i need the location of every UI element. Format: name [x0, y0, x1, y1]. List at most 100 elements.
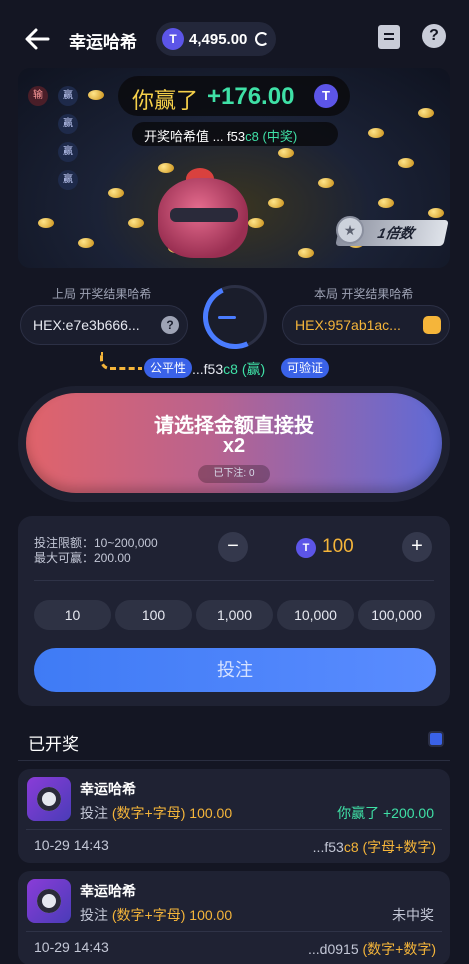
header: 幸运哈希 T 4,495.00 ? — [0, 0, 469, 72]
fairness-button[interactable]: 公平性 — [144, 358, 193, 378]
record-game-name: 幸运哈希 — [80, 883, 136, 899]
coin-decoration — [368, 128, 384, 138]
coin-icon: T — [296, 538, 316, 558]
chip-button[interactable]: 10,000 — [277, 600, 354, 630]
draw-hash: 开奖哈希值 ... f53c8 (中奖) — [132, 122, 338, 146]
coin-decoration — [278, 148, 294, 158]
divider — [26, 931, 442, 932]
record-bet: 投注 (数字+字母) 100.00 — [80, 905, 232, 925]
place-bet-button[interactable]: 投注 — [34, 648, 436, 692]
win-text: 你赢了 — [132, 88, 199, 113]
coin-decoration — [318, 178, 334, 188]
record-time: 10-29 14:43 — [34, 837, 109, 853]
copy-icon[interactable] — [423, 316, 441, 334]
side-badge-win: 赢 — [58, 86, 78, 106]
help-icon[interactable]: ? — [422, 24, 446, 48]
draw-hash-label: 开奖哈希值 ... f53 — [144, 129, 246, 144]
prev-hash-box[interactable]: HEX:e7e3b666... ? — [20, 305, 188, 345]
divider — [26, 829, 442, 830]
balance-value: 4,495.00 — [189, 31, 248, 48]
cur-hash-value: HEX:957ab1ac... — [295, 317, 401, 333]
draw-hash-result: (中奖) — [262, 129, 298, 144]
record-result: 未中奖 — [392, 907, 434, 923]
win-message: 你赢了 +176.00 T — [118, 76, 350, 116]
record-bet-prefix: 投注 — [80, 907, 108, 923]
fairness-hash: ...f53c8 (赢) — [192, 359, 265, 379]
document-icon[interactable] — [378, 25, 400, 49]
fair-hash-highlight: c8 — [223, 361, 238, 377]
record-hash: ...f53c8 (字母+数字) — [313, 837, 436, 857]
record-hash-prefix: ...d0915 — [308, 941, 359, 957]
coin-decoration — [268, 198, 284, 208]
direct-bet-multiplier: x2 — [222, 435, 246, 457]
chip-button[interactable]: 1,000 — [196, 600, 273, 630]
coin-decoration — [108, 188, 124, 198]
side-badge-win: 赢 — [58, 114, 78, 134]
game-icon — [27, 879, 71, 923]
increase-button[interactable]: + — [402, 532, 432, 562]
record-game-name: 幸运哈希 — [80, 781, 136, 797]
result-banner: 输 赢 赢 赢 赢 你赢了 +176.00 T 开奖哈希值 ... f53c8 … — [18, 68, 450, 268]
record-result: 你赢了 +200.00 — [337, 805, 434, 821]
win-amount: +176.00 — [207, 83, 295, 110]
max-win: 最大可赢：200.00 — [34, 551, 131, 565]
coin-decoration — [378, 198, 394, 208]
record-hash: ...d0915 (数字+数字) — [308, 939, 436, 959]
coin-decoration — [428, 208, 444, 218]
fair-hash-prefix: ...f53 — [192, 361, 224, 377]
direct-bet-label: 请选择金额直接投 — [154, 415, 314, 437]
refresh-icon[interactable] — [255, 32, 269, 46]
chip-button[interactable]: 10 — [34, 600, 111, 630]
bet-panel: 投注限额：10~200,000 最大可赢：200.00 − T 100 + 10… — [18, 516, 450, 706]
record-hash-suffix: (字母+数字) — [362, 839, 437, 855]
question-icon[interactable]: ? — [161, 316, 179, 334]
coin-decoration — [158, 163, 174, 173]
fair-hash-suffix: (赢) — [241, 361, 266, 377]
coin-decoration — [38, 218, 54, 228]
history-record[interactable]: 幸运哈希 投注 (数字+字母) 100.00 你赢了 +200.00 10-29… — [18, 769, 450, 863]
side-badge-win: 赢 — [58, 142, 78, 162]
cur-hash-label: 本局 开奖结果哈希 — [314, 287, 414, 301]
coin-decoration — [128, 218, 144, 228]
history-record[interactable]: 幸运哈希 投注 (数字+字母) 100.00 未中奖 10-29 14:43 .… — [18, 871, 450, 964]
verify-button[interactable]: 可验证 — [281, 358, 330, 378]
coin-decoration — [418, 108, 434, 118]
placed-amount: 已下注: 0 — [198, 465, 270, 483]
mascot-band — [170, 208, 238, 222]
record-bet: 投注 (数字+字母) 100.00 — [80, 803, 232, 823]
prev-hash-value: HEX:e7e3b666... — [33, 317, 140, 333]
record-hash-highlight: c8 — [343, 839, 359, 855]
gauge-needle — [218, 316, 236, 319]
side-badge-lose: 输 — [28, 86, 48, 106]
star-icon: ★ — [336, 216, 364, 244]
record-bet-type: (数字+字母) 100.00 — [111, 907, 233, 923]
back-arrow-icon[interactable] — [22, 24, 52, 54]
divider — [34, 580, 434, 581]
record-hash-prefix: ...f53 — [312, 839, 344, 855]
rank-text: 1倍数 — [376, 225, 416, 241]
game-icon — [27, 777, 71, 821]
balance-pill[interactable]: T 4,495.00 — [156, 22, 276, 56]
record-time: 10-29 14:43 — [34, 939, 109, 955]
history-toggle[interactable] — [430, 733, 442, 745]
chip-button[interactable]: 100 — [115, 600, 192, 630]
cur-hash-box[interactable]: HEX:957ab1ac... — [282, 305, 450, 345]
coin-decoration — [88, 90, 104, 100]
page-title: 幸运哈希 — [69, 33, 137, 52]
draw-hash-highlight: c8 — [245, 129, 259, 144]
divider — [18, 760, 450, 761]
coin-decoration — [248, 218, 264, 228]
record-bet-prefix: 投注 — [80, 805, 108, 821]
decrease-button[interactable]: − — [218, 532, 248, 562]
history-title: 已开奖 — [28, 735, 79, 754]
direct-bet-button[interactable]: 请选择金额直接投 x2 已下注: 0 — [26, 393, 442, 493]
record-hash-suffix: (数字+数字) — [362, 941, 437, 957]
coin-icon: T — [314, 84, 338, 108]
coin-decoration — [398, 158, 414, 168]
coin-icon: T — [162, 28, 184, 50]
bet-amount-input[interactable]: 100 — [322, 536, 354, 558]
coin-decoration — [298, 248, 314, 258]
chip-button[interactable]: 100,000 — [358, 600, 435, 630]
connector-line — [100, 352, 142, 370]
record-bet-type: (数字+字母) 100.00 — [111, 805, 233, 821]
